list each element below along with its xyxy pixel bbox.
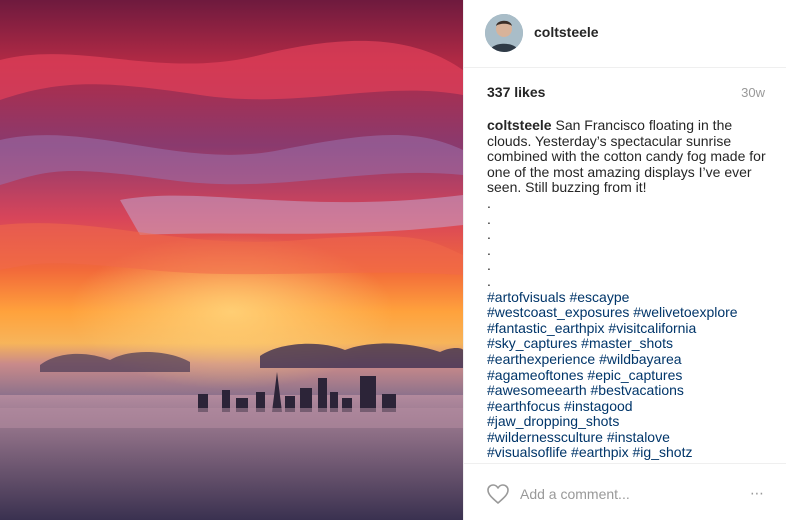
hashtag-line[interactable]: #jaw_dropping_shots xyxy=(487,414,769,430)
comment-input[interactable] xyxy=(520,485,720,503)
comment-bar: ⋯ xyxy=(464,463,786,520)
caption-dot: . xyxy=(487,272,491,289)
caption-dot: . xyxy=(487,241,491,258)
hashtag-line[interactable]: #wildernessculture #instalove xyxy=(487,429,769,446)
hashtag-line[interactable]: #fantastic_earthpix #visitcalifornia xyxy=(487,320,769,337)
caption-dot: . xyxy=(487,226,491,243)
post-meta: 337 likes 30w xyxy=(487,84,765,104)
post-side-panel: coltsteele 337 likes 30w coltsteele San … xyxy=(463,0,786,520)
avatar[interactable] xyxy=(485,14,523,52)
instagram-post: coltsteele 337 likes 30w coltsteele San … xyxy=(0,0,786,520)
sunrise-image xyxy=(0,0,463,520)
hashtag-line[interactable]: #earthexperience #wildbayarea xyxy=(487,351,769,368)
hashtag-line[interactable]: #westcoast_exposures #welivetoexplore xyxy=(487,305,769,321)
hashtag-line[interactable]: #awesomeearth #bestvacations xyxy=(487,382,769,399)
caption-body: coltsteele San Francisco floating in the… xyxy=(487,118,769,196)
caption-dot: . xyxy=(487,210,491,227)
avatar-image xyxy=(485,14,523,52)
hashtag-line[interactable]: #visualsoflife #earthpix #ig_shotz xyxy=(487,445,769,461)
hashtag-line[interactable]: #agameoftones #epic_captures xyxy=(487,367,769,384)
caption-dot: . xyxy=(487,194,491,211)
post-photo[interactable] xyxy=(0,0,463,520)
likes-count[interactable]: 337 likes xyxy=(487,84,545,100)
more-options-icon[interactable]: ⋯ xyxy=(750,485,765,502)
caption-username[interactable]: coltsteele xyxy=(487,118,552,133)
hashtag-list: #artofvisuals #escaype #westcoast_exposu… xyxy=(487,289,769,462)
header-username[interactable]: coltsteele xyxy=(534,24,599,40)
caption-dot: . xyxy=(487,257,491,274)
hashtag-line[interactable]: #artofvisuals #escaype xyxy=(487,289,769,306)
post-header: coltsteele xyxy=(464,0,786,68)
caption: coltsteele San Francisco floating in the… xyxy=(487,118,769,463)
hashtag-line[interactable]: #earthfocus #instagood xyxy=(487,398,769,415)
post-age[interactable]: 30w xyxy=(741,85,765,100)
heart-icon[interactable] xyxy=(486,483,510,505)
hashtag-line[interactable]: #sky_captures #master_shots xyxy=(487,336,769,352)
caption-dots: . . . . . . xyxy=(487,194,769,290)
